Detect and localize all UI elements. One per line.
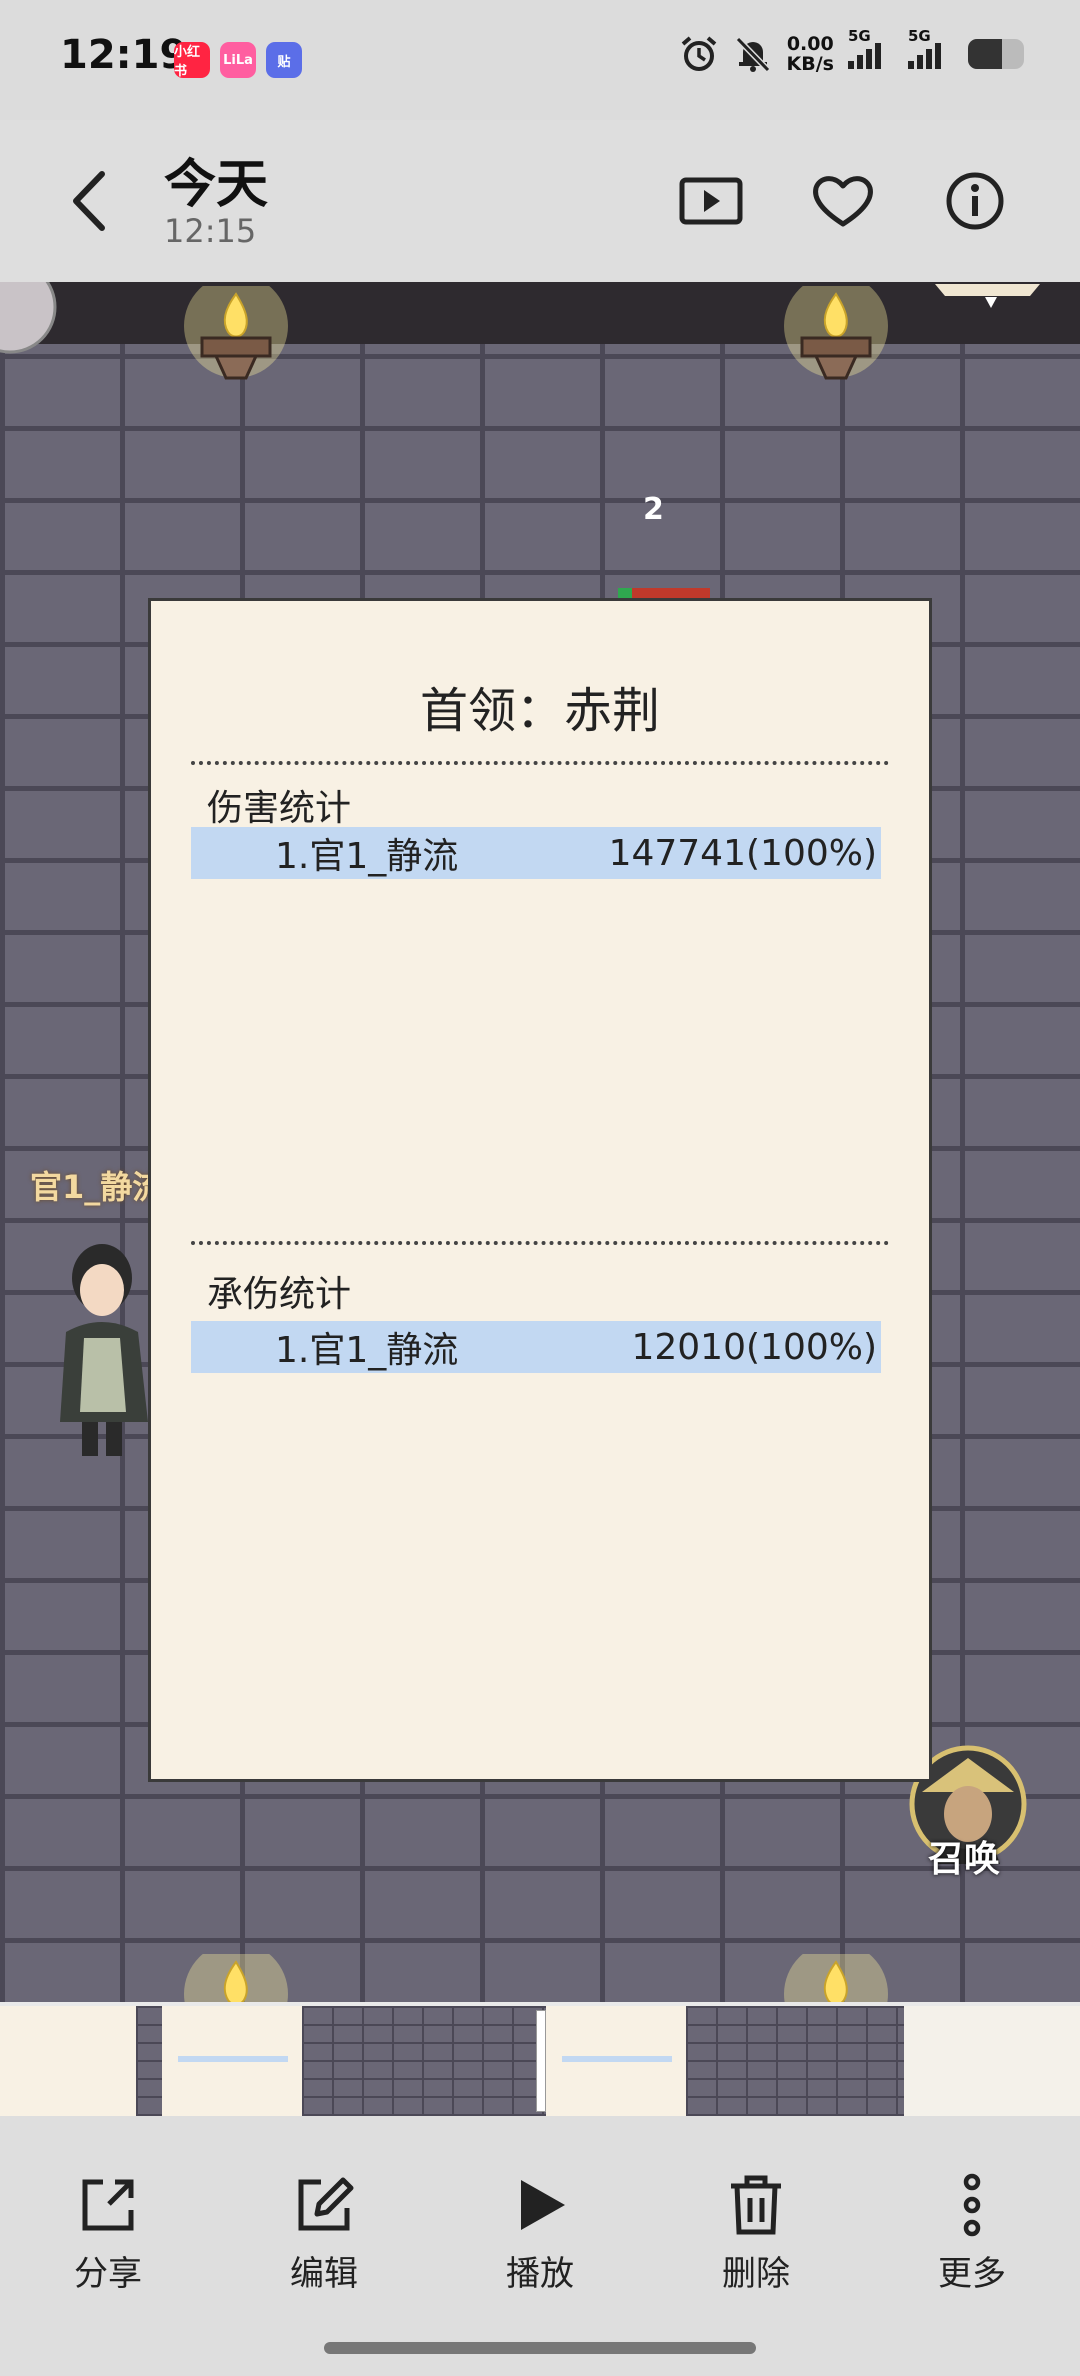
share-button[interactable]: 分享 — [38, 2172, 178, 2295]
play-icon — [521, 2180, 565, 2230]
more-icon — [963, 2173, 981, 2237]
damage-stat-name: 1.官1_静流 — [275, 836, 459, 877]
corner-badge-icon — [0, 282, 57, 354]
divider — [191, 1241, 889, 1245]
home-indicator[interactable] — [324, 2342, 756, 2354]
filmstrip-scrubber[interactable] — [536, 2010, 546, 2112]
filmstrip-thumb[interactable] — [0, 2006, 136, 2116]
tie-app-icon: 贴 — [266, 42, 302, 78]
wall-top — [0, 282, 1080, 344]
filmstrip-thumb[interactable] — [136, 2006, 162, 2116]
lila-app-icon: LiLa — [220, 42, 256, 78]
torch-icon — [784, 1954, 888, 2002]
delete-icon — [731, 2175, 781, 2235]
torch-icon — [784, 286, 888, 380]
hero-character-icon — [60, 1244, 148, 1456]
bottom-action-bar: 分享 编辑 播放 删除 更多 — [0, 2116, 1080, 2376]
flag-icon — [935, 284, 1040, 308]
damage-taken-stat-name: 1.官1_静流 — [275, 1330, 459, 1371]
page-title: 今天 — [164, 155, 269, 215]
mute-bell-icon — [735, 36, 770, 73]
xiaohongshu-app-icon: 小红书 — [174, 42, 210, 79]
info-icon[interactable] — [940, 166, 1010, 236]
heart-icon[interactable] — [808, 166, 878, 236]
damage-stat-row: 1.官1_静流 147741(100%) — [191, 827, 881, 879]
signal-icon-2: 5G — [908, 27, 954, 69]
damage-taken-stat-row: 1.官1_静流 12010(100%) — [191, 1321, 881, 1373]
summon-label: 召唤 — [928, 1839, 1001, 1880]
damage-taken-section-label: 承伤统计 — [207, 1274, 352, 1315]
damage-stat-value: 147741(100%) — [608, 832, 877, 874]
status-time: 12:19 — [60, 32, 188, 78]
filmstrip-thumb[interactable] — [302, 2006, 546, 2116]
filmstrip-thumb[interactable] — [904, 2006, 1080, 2116]
damage-section-label: 伤害统计 — [207, 788, 352, 829]
damage-stats-panel: 首领：赤荆 伤害统计 1.官1_静流 147741(100%) 承伤统计 1.官… — [148, 598, 932, 1782]
page-subtitle-time: 12:15 — [164, 212, 257, 250]
divider — [191, 761, 889, 765]
filmstrip-thumb[interactable] — [686, 2006, 904, 2116]
more-button[interactable]: 更多 — [902, 2172, 1042, 2295]
alarm-icon — [681, 36, 716, 71]
edit-button[interactable]: 编辑 — [254, 2172, 394, 2295]
edit-icon — [298, 2177, 354, 2231]
share-icon — [82, 2179, 134, 2231]
signal-icon: 5G — [848, 27, 894, 69]
wave-number: 2 — [643, 492, 664, 527]
torch-icon — [184, 1954, 288, 2002]
damage-taken-stat-value: 12010(100%) — [631, 1326, 877, 1368]
battery-level — [968, 39, 1002, 69]
filmstrip-thumb[interactable] — [162, 2006, 302, 2116]
delete-button[interactable]: 删除 — [686, 2172, 826, 2295]
play-video-icon[interactable] — [676, 166, 746, 236]
net-speed: 0.00 KB/s — [786, 33, 834, 75]
battery-icon — [968, 39, 1024, 69]
play-button[interactable]: 播放 — [470, 2172, 610, 2295]
torch-icon — [184, 286, 288, 380]
filmstrip-thumb[interactable] — [546, 2006, 686, 2116]
back-icon[interactable] — [64, 166, 114, 236]
header: 今天 12:15 — [0, 120, 1080, 282]
status-bar: 12:19 小红书 LiLa 贴 0.00 KB/s 5G 5G — [0, 0, 1080, 120]
boss-title: 首领：赤荆 — [419, 683, 660, 739]
hero-name: 官1_静流 — [30, 1168, 165, 1206]
